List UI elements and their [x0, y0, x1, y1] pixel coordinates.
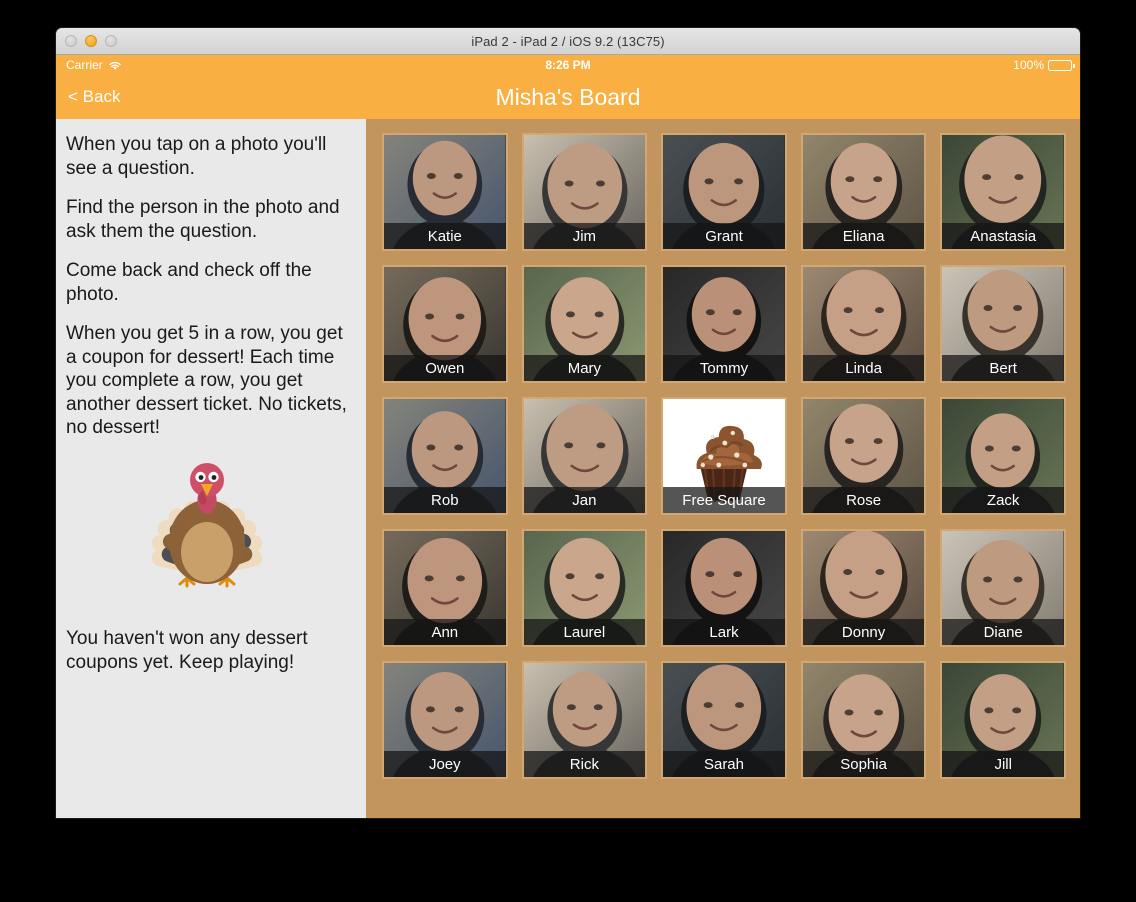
- board-tile[interactable]: Jim: [521, 133, 648, 251]
- board-tile[interactable]: Laurel: [521, 529, 648, 647]
- tile-name-label: Bert: [942, 355, 1064, 381]
- close-button[interactable]: [65, 35, 77, 47]
- board-tile[interactable]: Eliana: [800, 133, 927, 251]
- tile-name-label: Jan: [523, 487, 646, 513]
- tile-name-label: Tommy: [663, 355, 785, 381]
- tile-name-label: Ann: [384, 619, 506, 645]
- board-tile[interactable]: Katie: [382, 133, 508, 251]
- tile-name-label: Katie: [384, 223, 506, 249]
- board-tile[interactable]: Zack: [940, 397, 1066, 515]
- tile-name-label: Zack: [942, 487, 1064, 513]
- board-tile[interactable]: Linda: [800, 265, 927, 383]
- carrier-label: Carrier: [66, 58, 103, 72]
- fullscreen-button[interactable]: [105, 35, 117, 47]
- tile-name-label: Grant: [663, 223, 785, 249]
- board-tile[interactable]: Bert: [940, 265, 1066, 383]
- board-tile[interactable]: Tommy: [661, 265, 787, 383]
- board-tile[interactable]: Ann: [382, 529, 508, 647]
- instruction-paragraph-2: Find the person in the photo and ask the…: [66, 197, 340, 242]
- window-titlebar: iPad 2 - iPad 2 / iOS 9.2 (13C75): [56, 28, 1080, 55]
- board-tile[interactable]: Sarah: [661, 661, 787, 779]
- board-tile[interactable]: Rick: [521, 661, 648, 779]
- bingo-board: Katie Jim Grant Eliana Anastasia Owen Ma…: [366, 119, 1080, 818]
- board-tile[interactable]: Grant: [661, 133, 787, 251]
- tile-name-label: Diane: [942, 619, 1064, 645]
- instruction-paragraph-4: When you get 5 in a row, you get a coupo…: [66, 323, 347, 439]
- battery-percent-label: 100%: [1013, 58, 1044, 72]
- board-tile[interactable]: Diane: [940, 529, 1066, 647]
- tile-name-label: Sophia: [802, 751, 925, 777]
- board-tile[interactable]: Lark: [661, 529, 787, 647]
- tile-name-label: Mary: [523, 355, 646, 381]
- status-bar-left: Carrier: [66, 58, 122, 72]
- board-tile[interactable]: Free Square: [661, 397, 787, 515]
- tile-name-label: Jill: [942, 751, 1064, 777]
- board-tile[interactable]: Joey: [382, 661, 508, 779]
- board-tile[interactable]: Mary: [521, 265, 648, 383]
- tile-name-label: Linda: [802, 355, 925, 381]
- tile-name-label: Rose: [802, 487, 925, 513]
- tile-name-label: Donny: [802, 619, 925, 645]
- window-title: iPad 2 - iPad 2 / iOS 9.2 (13C75): [471, 33, 665, 49]
- board-tile[interactable]: Anastasia: [940, 133, 1066, 251]
- board-tile[interactable]: Rose: [800, 397, 927, 515]
- tile-name-label: Laurel: [523, 619, 646, 645]
- instructions-sidebar: When you tap on a photo you'll see a que…: [56, 119, 366, 818]
- board-tile[interactable]: Sophia: [800, 661, 927, 779]
- tile-name-label: Free Square: [663, 487, 785, 513]
- turkey-illustration: [66, 456, 348, 601]
- back-button[interactable]: < Back: [68, 87, 120, 107]
- tile-name-label: Lark: [663, 619, 785, 645]
- instruction-paragraph-1: When you tap on a photo you'll see a que…: [66, 134, 327, 179]
- simulator-window: iPad 2 - iPad 2 / iOS 9.2 (13C75) Carrie…: [56, 28, 1080, 818]
- ios-nav-bar: < Back Misha's Board: [56, 75, 1080, 119]
- battery-full-icon: [1048, 59, 1075, 71]
- tile-name-label: Jim: [523, 223, 646, 249]
- tile-name-label: Rob: [384, 487, 506, 513]
- content-area: When you tap on a photo you'll see a que…: [56, 119, 1080, 818]
- board-tile[interactable]: Rob: [382, 397, 508, 515]
- instruction-paragraph-3: Come back and check off the photo.: [66, 260, 312, 305]
- traffic-light-group: [65, 28, 117, 54]
- tile-name-label: Eliana: [802, 223, 925, 249]
- dessert-status-message: You haven't won any dessert coupons yet.…: [66, 628, 308, 673]
- status-bar-time: 8:26 PM: [545, 58, 591, 72]
- tile-name-label: Joey: [384, 751, 506, 777]
- board-tile[interactable]: Jan: [521, 397, 648, 515]
- tile-name-label: Sarah: [663, 751, 785, 777]
- page-title: Misha's Board: [495, 83, 641, 110]
- minimize-button[interactable]: [85, 35, 97, 47]
- board-tile[interactable]: Owen: [382, 265, 508, 383]
- tile-name-label: Owen: [384, 355, 506, 381]
- board-tile[interactable]: Donny: [800, 529, 927, 647]
- tile-name-label: Anastasia: [942, 223, 1064, 249]
- status-bar-right: 100%: [1013, 58, 1075, 72]
- board-tile[interactable]: Jill: [940, 661, 1066, 779]
- ios-status-bar: Carrier 8:26 PM 100%: [56, 55, 1080, 75]
- bingo-grid: Katie Jim Grant Eliana Anastasia Owen Ma…: [382, 133, 1066, 779]
- wifi-icon: [108, 60, 122, 71]
- tile-name-label: Rick: [523, 751, 646, 777]
